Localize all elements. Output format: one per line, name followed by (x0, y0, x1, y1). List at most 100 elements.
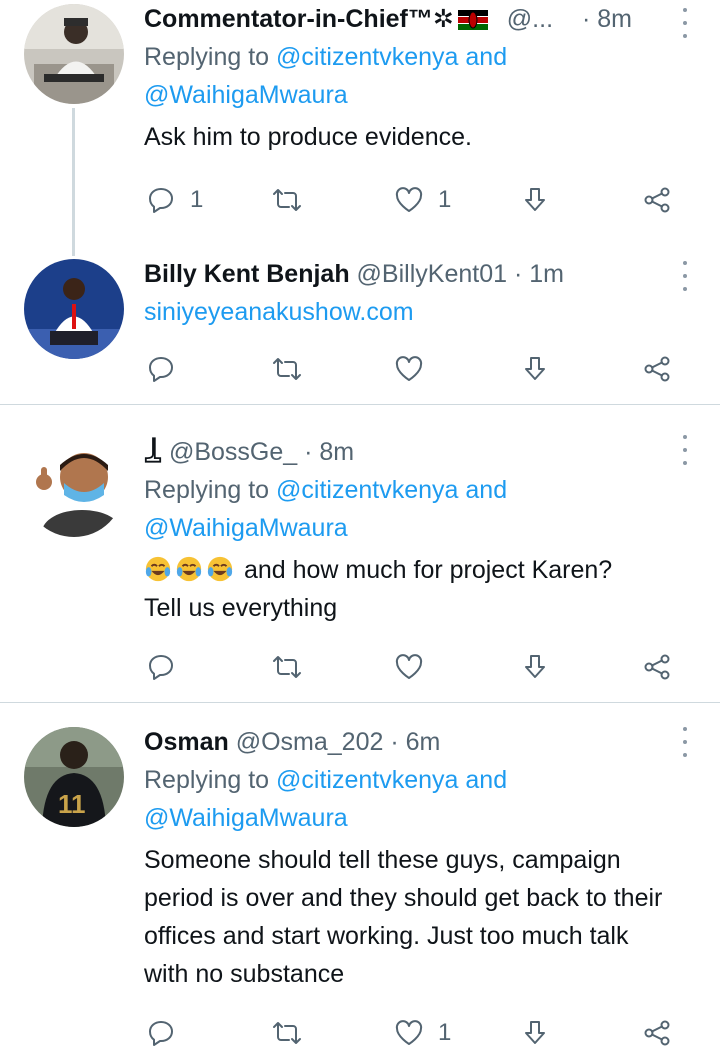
replying-to-and: and (465, 476, 508, 504)
like-button[interactable] (394, 349, 424, 389)
avatar-image (24, 4, 124, 104)
divider (0, 702, 720, 703)
divider (0, 404, 720, 405)
heart-icon (395, 1020, 423, 1045)
more-options-icon[interactable] (680, 727, 690, 757)
share-nodes-icon (644, 654, 670, 680)
retweet-icon (273, 189, 301, 211)
replying-to: Replying to @citizentvkenya and @Waihiga… (144, 471, 684, 547)
reply-button[interactable] (146, 1013, 176, 1053)
tweet-header: Billy Kent Benjah @BillyKent01 · 1m (144, 255, 684, 293)
replying-to: Replying to @citizentvkenya and @Waihiga… (144, 761, 684, 837)
tweet-text-line: and how much for project Karen? (243, 556, 613, 584)
share-nodes-icon (644, 356, 670, 382)
retweet-button[interactable] (272, 349, 302, 389)
share-button[interactable] (520, 349, 550, 389)
retweet-icon (273, 358, 301, 380)
replying-to: Replying to @citizentvkenya and @Waihiga… (144, 38, 684, 114)
tweet-actions (144, 349, 684, 389)
reply-button[interactable] (146, 349, 176, 389)
reply-button[interactable]: 1 (146, 180, 203, 220)
avatar[interactable] (24, 259, 124, 359)
replying-to-and: and (465, 766, 508, 794)
mention-link[interactable]: @WaihigaMwaura (144, 514, 348, 542)
retweet-icon (273, 656, 301, 678)
replying-to-label: Replying to (144, 766, 270, 794)
replying-to-label: Replying to (144, 43, 270, 71)
share-nodes-icon (644, 187, 670, 213)
share-nodes-icon (644, 1020, 670, 1046)
tweet-text: Ask him to produce evidence. (144, 123, 472, 151)
timestamp[interactable]: 1m (529, 260, 564, 288)
display-name[interactable]: Osman (144, 728, 229, 756)
timestamp[interactable]: 8m (319, 438, 354, 466)
like-button[interactable] (394, 647, 424, 687)
avatar[interactable]: 11 (24, 727, 124, 827)
more-options-icon[interactable] (680, 435, 690, 465)
tweet-actions: 1 1 (144, 180, 684, 220)
like-button[interactable]: 1 (394, 1013, 451, 1053)
retweet-button[interactable] (272, 647, 302, 687)
share-button[interactable] (520, 180, 550, 220)
mention-link[interactable]: @WaihigaMwaura (144, 81, 348, 109)
mention-link[interactable]: @citizentvkenya (276, 476, 458, 504)
tweet-actions: 1 (144, 1013, 684, 1053)
profile-link[interactable]: siniyeyeanakushow.com (144, 293, 684, 331)
user-handle[interactable]: @Osma_202 (236, 728, 384, 756)
tweet-header: Osman @Osma_202 · 6m (144, 723, 684, 761)
share-button[interactable] (520, 647, 550, 687)
retweet-button[interactable] (272, 1013, 302, 1053)
reply-icon (149, 655, 173, 680)
flower-emoji: ✲ (432, 5, 454, 33)
share-download-icon (525, 1021, 545, 1044)
user-handle[interactable]: @... (507, 5, 553, 33)
display-name[interactable]: Commentator-in-Chief™ (144, 5, 433, 33)
share-network-button[interactable] (642, 647, 672, 687)
share-network-button[interactable] (642, 180, 672, 220)
tears-of-joy-emoji (207, 556, 233, 582)
thread-connector-line (72, 108, 75, 256)
share-network-button[interactable] (642, 349, 672, 389)
timestamp[interactable]: 6m (406, 728, 441, 756)
share-network-button[interactable] (642, 1013, 672, 1053)
like-count: 1 (438, 186, 452, 213)
mention-link[interactable]: @WaihigaMwaura (144, 804, 348, 832)
replying-to-label: Replying to (144, 476, 270, 504)
display-name[interactable]: Billy Kent Benjah (144, 260, 350, 288)
reply-count: 1 (190, 186, 204, 213)
tweet-header: @BossGe_ · 8m (144, 433, 684, 471)
reply-button[interactable] (146, 647, 176, 687)
avatar[interactable] (24, 4, 124, 104)
heart-icon (395, 187, 423, 212)
tweet-text-line: Tell us everything (144, 594, 338, 622)
user-handle[interactable]: @BillyKent01 (357, 260, 507, 288)
boot-emoji (144, 437, 162, 463)
kenya-flag-emoji (457, 10, 488, 31)
reply-icon (149, 188, 173, 213)
avatar[interactable] (24, 437, 124, 537)
user-handle[interactable]: @BossGe_ (169, 438, 297, 466)
more-options-icon[interactable] (680, 8, 690, 38)
like-count: 1 (438, 1019, 452, 1046)
tears-of-joy-emoji (176, 556, 202, 582)
tweet-header: Commentator-in-Chief™✲ @... · 8m (144, 0, 654, 38)
mention-link[interactable]: @citizentvkenya (276, 766, 458, 794)
svg-text:11: 11 (58, 789, 86, 819)
heart-icon (395, 654, 423, 679)
heart-icon (395, 356, 423, 381)
tweet-actions (144, 647, 684, 687)
timestamp[interactable]: 8m (597, 5, 632, 33)
more-options-icon[interactable] (680, 261, 690, 291)
replying-to-and: and (465, 43, 508, 71)
retweet-button[interactable] (272, 180, 302, 220)
share-download-icon (525, 188, 545, 211)
dot-separator: · (513, 260, 523, 288)
avatar-image: 11 (24, 727, 124, 827)
reply-icon (149, 357, 173, 382)
tweet-text: and how much for project Karen? Tell us … (144, 551, 684, 627)
dot-separator: · (304, 438, 313, 466)
like-button[interactable]: 1 (394, 180, 451, 220)
share-button[interactable] (520, 1013, 550, 1053)
share-download-icon (525, 357, 545, 380)
mention-link[interactable]: @citizentvkenya (276, 43, 458, 71)
